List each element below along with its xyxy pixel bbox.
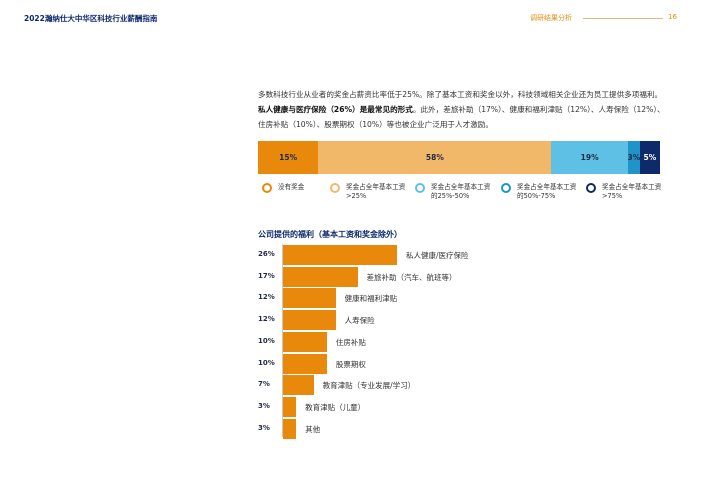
benefit-bar <box>283 331 327 352</box>
benefit-category-label: 教育津贴（专业发展/学习） <box>322 381 416 391</box>
benefit-bar <box>283 353 327 374</box>
legend-item: 奖金占全年基本工资的50%-75% <box>501 183 579 201</box>
legend-item: 奖金占全年基本工资>25% <box>330 183 408 201</box>
legend-swatch-icon <box>330 183 340 193</box>
legend-item: 奖金占全年基本工资的25%-50% <box>415 183 493 201</box>
benefit-category-label: 私人健康/医疗保险 <box>406 251 469 260</box>
benefit-category-label: 教育津贴（儿童） <box>305 402 366 412</box>
intro-bold-text: 私人健康与医疗保险（26%）是最常见的形式 <box>258 105 413 114</box>
legend-swatch-icon <box>262 183 272 193</box>
benefit-category-label: 差旅补助（汽车、航班等） <box>366 272 457 282</box>
legend-swatch-icon <box>586 183 596 193</box>
benefit-value-label: 12% <box>258 315 275 324</box>
benefit-value-label: 3% <box>258 401 270 410</box>
benefit-category-label: 股票期权 <box>335 359 366 369</box>
benefit-category-label: 其他 <box>305 424 321 434</box>
benefit-value-label: 7% <box>258 380 270 389</box>
intro-paragraph: 多数科技行业从业者的奖金占薪资比率低于25%。除了基本工资和奖金以外，科技领域相… <box>258 87 668 132</box>
bonus-segment: 5% <box>639 141 660 174</box>
benefit-category-label: 健康和福利津贴 <box>344 294 398 304</box>
legend-label: 没有奖金 <box>278 183 305 191</box>
bonus-stacked-bar: 15% 58% 19% 3% 5% <box>258 141 660 174</box>
benefit-bar <box>283 245 397 265</box>
benefit-value-label: 17% <box>258 271 275 280</box>
benefit-value-label: 26% <box>258 250 275 258</box>
bonus-segment: 58% <box>318 141 552 174</box>
benefit-value-label: 10% <box>258 358 275 367</box>
doc-title: 2022瀚纳仕大中华区科技行业薪酬指南 <box>24 14 158 23</box>
benefit-value-label: 12% <box>258 293 275 302</box>
legend-label: 奖金占全年基本工资的25%-50% <box>431 183 491 200</box>
legend-label: 奖金占全年基本工资的50%-75% <box>517 183 577 200</box>
bonus-legend: 没有奖金 奖金占全年基本工资>25% 奖金占全年基本工资的25%-50% 奖金占全年基… <box>258 183 678 207</box>
benefit-value-label: 3% <box>258 423 270 432</box>
legend-item: 没有奖金 <box>262 183 328 193</box>
bonus-segment: 15% <box>258 141 319 174</box>
benefit-bar <box>283 396 297 417</box>
benefit-bar <box>283 310 336 331</box>
legend-label: 奖金占全年基本工资>25% <box>346 183 406 200</box>
legend-swatch-icon <box>415 183 425 193</box>
legend-swatch-icon <box>501 183 511 193</box>
benefit-category-label: 住房补贴 <box>335 337 366 347</box>
benefit-bar <box>283 418 297 439</box>
benefit-value-label: 10% <box>258 336 275 345</box>
legend-item: 奖金占全年基本工资>75% <box>586 183 664 201</box>
benefit-bar <box>283 266 358 287</box>
bonus-segment: 19% <box>551 141 628 174</box>
benefit-category-label: 人寿保险 <box>344 316 375 326</box>
section-label: 调研结果分析 <box>530 14 572 22</box>
benefit-bar <box>283 375 314 396</box>
bonus-segment: 3% <box>627 141 640 174</box>
legend-label: 奖金占全年基本工资>75% <box>602 183 662 200</box>
page-number: 16 <box>668 13 677 21</box>
benefit-bar <box>283 288 336 309</box>
header-rule <box>583 18 663 19</box>
benefits-chart-title: 公司提供的福利（基本工资和奖金除外） <box>258 230 402 239</box>
intro-text-1: 多数科技行业从业者的奖金占薪资比率低于25%。除了基本工资和奖金以外，科技领域相… <box>258 90 663 99</box>
